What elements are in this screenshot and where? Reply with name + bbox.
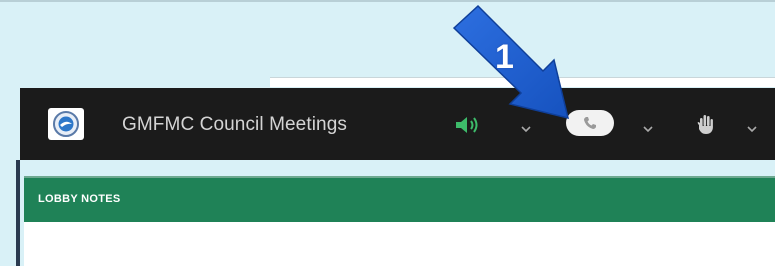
- window-left-edge: [16, 160, 20, 266]
- phone-menu-chevron-down-icon[interactable]: [642, 120, 654, 138]
- lobby-notes-pod-header: LOBBY NOTES: [24, 176, 775, 222]
- lobby-notes-title: LOBBY NOTES: [38, 193, 121, 205]
- meeting-app-bar: GMFMC Council Meetings: [20, 88, 775, 160]
- meeting-title: GMFMC Council Meetings: [122, 114, 347, 135]
- step-number-label: 1: [495, 38, 514, 76]
- status-menu-chevron-down-icon[interactable]: [746, 120, 758, 138]
- raise-hand-icon[interactable]: [696, 113, 716, 140]
- council-seal-logo: [48, 108, 84, 140]
- callout-arrow-icon: [452, 4, 570, 120]
- lobby-notes-content: [24, 222, 775, 266]
